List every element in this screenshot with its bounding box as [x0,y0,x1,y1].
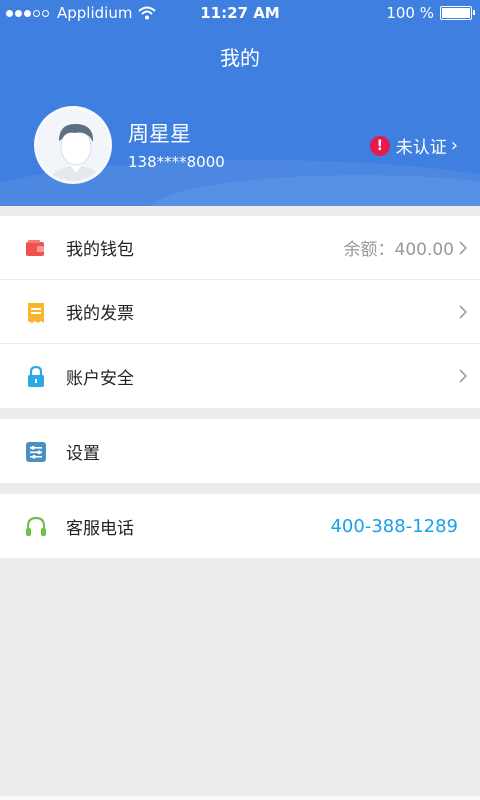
chevron-right-icon [459,240,468,255]
user-phone: 138****8000 [128,153,225,171]
menu-label: 客服电话 [66,518,134,539]
battery-percent: 100 % [386,4,434,22]
profile-header: Applidium 11:27 AM 100 % 我的 周星星 138****8… [0,0,480,206]
menu-group-settings: 设置 [0,419,480,483]
menu-label: 我的发票 [66,304,134,324]
status-bar: Applidium 11:27 AM 100 % [0,0,480,26]
verify-status-button[interactable]: ! 未认证 › [369,133,458,158]
menu-label: 设置 [66,443,100,464]
lock-icon [28,366,44,387]
chevron-right-icon [459,304,468,319]
menu-item-settings[interactable]: 设置 [0,419,480,483]
menu-item-support[interactable]: 客服电话 400-388-1289 [0,494,480,558]
status-right: 100 % [386,4,475,22]
battery-icon [440,6,475,20]
menu-item-wallet[interactable]: 我的钱包 余额：400.00 [0,216,480,280]
menu-group-account: 我的钱包 余额：400.00 我的发票 账户安全 [0,216,480,408]
wallet-balance: 余额：400.00 [343,240,454,260]
page-title: 我的 [220,46,260,70]
menu-label: 账户安全 [66,368,134,389]
support-phone-link[interactable]: 400-388-1289 [330,516,458,537]
user-name: 周星星 [128,122,191,146]
avatar[interactable] [34,106,112,184]
settings-icon [26,442,46,462]
menu-item-security[interactable]: 账户安全 [0,344,480,408]
warning-icon: ! [369,135,390,156]
bottom-edge [0,796,480,800]
wallet-icon [26,240,44,256]
menu-label: 我的钱包 [66,240,134,260]
invoice-icon [28,303,44,323]
menu-item-invoice[interactable]: 我的发票 [0,280,480,344]
verify-label: 未认证 [395,138,447,158]
chevron-right-icon [459,369,468,383]
chevron-right-icon: › [450,135,458,156]
headset-icon [26,516,46,536]
menu-group-support: 客服电话 400-388-1289 [0,494,480,558]
